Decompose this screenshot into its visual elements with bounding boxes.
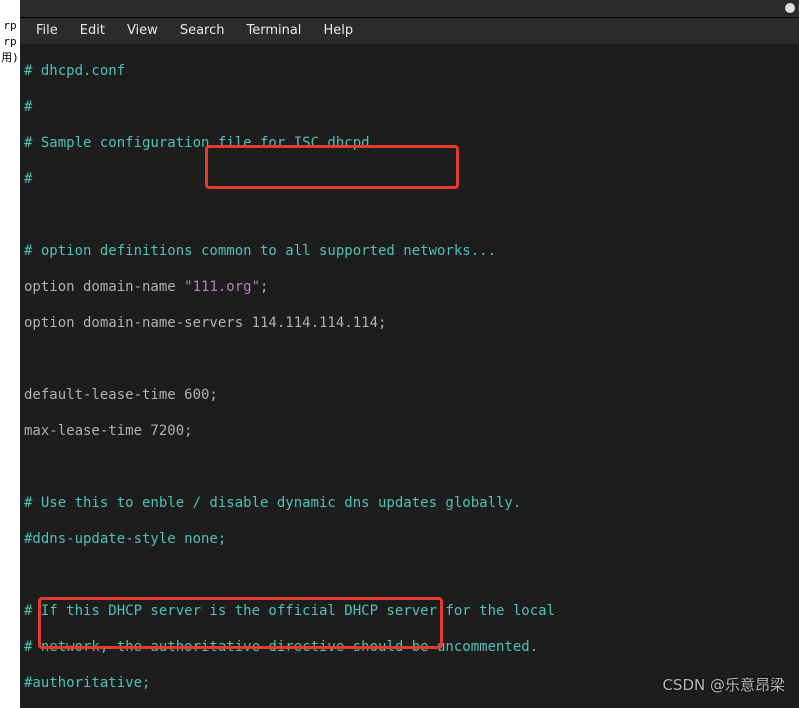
code-line: # dhcpd.conf <box>24 62 795 80</box>
close-icon[interactable] <box>785 3 795 13</box>
code-line: #ddns-update-style none; <box>24 530 795 548</box>
menu-edit[interactable]: Edit <box>70 21 115 40</box>
code-line: # option definitions common to all suppo… <box>24 242 795 260</box>
code-line: # network, the authoritative directive s… <box>24 638 795 656</box>
code-line <box>24 350 795 368</box>
code-line: # Sample configuration file for ISC dhcp… <box>24 134 795 152</box>
code-line: option domain-name "111.org"; <box>24 278 795 296</box>
menu-terminal[interactable]: Terminal <box>236 21 311 40</box>
code-line: # Use this to enble / disable dynamic dn… <box>24 494 795 512</box>
window-titlebar[interactable] <box>20 0 799 18</box>
code-line <box>24 206 795 224</box>
menu-search[interactable]: Search <box>170 21 235 40</box>
terminal-window: File Edit View Search Terminal Help # dh… <box>20 0 799 708</box>
code-line: # <box>24 170 795 188</box>
menu-file[interactable]: File <box>26 21 68 40</box>
code-line: default-lease-time 600; <box>24 386 795 404</box>
menu-view[interactable]: View <box>117 21 168 40</box>
menubar: File Edit View Search Terminal Help <box>20 18 799 44</box>
code-line: # <box>24 98 795 116</box>
watermark: CSDN @乐意昂梁 <box>662 676 785 694</box>
code-line: option domain-name-servers 114.114.114.1… <box>24 314 795 332</box>
left-frag-0: rp <box>0 18 20 34</box>
code-line: max-lease-time 7200; <box>24 422 795 440</box>
left-sidebar-fragment: rp rp 用) <box>0 0 20 708</box>
left-frag-2: 用) <box>0 50 20 66</box>
terminal-content[interactable]: # dhcpd.conf # # Sample configuration fi… <box>20 44 799 708</box>
code-line <box>24 458 795 476</box>
code-line: # If this DHCP server is the official DH… <box>24 602 795 620</box>
code-line <box>24 566 795 584</box>
menu-help[interactable]: Help <box>313 21 363 40</box>
left-frag-1: rp <box>0 34 20 50</box>
